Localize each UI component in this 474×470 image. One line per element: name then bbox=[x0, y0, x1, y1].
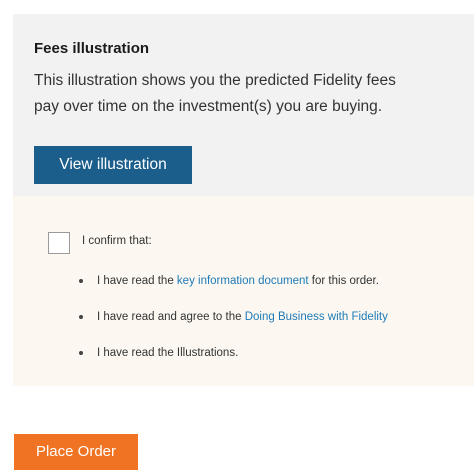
confirmation-item-doing-business: I have read and agree to the Doing Busin… bbox=[71, 310, 474, 346]
confirmation-list: I have read the key information document… bbox=[71, 274, 474, 382]
confirmation-item-text: I have read and agree to the bbox=[97, 311, 245, 323]
confirmation-item-key-info: I have read the key information document… bbox=[71, 274, 474, 310]
confirmation-item-illustrations: I have read the Illustrations. bbox=[71, 346, 474, 382]
confirmation-item-text: I have read the bbox=[97, 275, 177, 287]
confirmation-item-text: for this order. bbox=[308, 275, 379, 287]
bullet-icon bbox=[79, 279, 83, 283]
fees-illustration-description: This illustration shows you the predicte… bbox=[34, 68, 474, 120]
key-information-document-link[interactable]: key information document bbox=[177, 275, 309, 287]
fees-description-line-2: pay over time on the investment(s) you a… bbox=[34, 98, 383, 115]
fees-illustration-title: Fees illustration bbox=[34, 40, 150, 57]
confirm-label: I confirm that: bbox=[82, 235, 152, 247]
confirmation-item-text: I have read the Illustrations. bbox=[97, 347, 239, 359]
view-illustration-button[interactable]: View illustration bbox=[34, 146, 192, 184]
fees-description-line-1: This illustration shows you the predicte… bbox=[34, 72, 396, 89]
place-order-button[interactable]: Place Order bbox=[14, 434, 138, 470]
confirm-checkbox[interactable] bbox=[48, 232, 70, 254]
bullet-icon bbox=[79, 351, 83, 355]
doing-business-with-fidelity-link[interactable]: Doing Business with Fidelity bbox=[245, 311, 388, 323]
confirmation-panel: I confirm that: I have read the key info… bbox=[13, 196, 474, 386]
bullet-icon bbox=[79, 315, 83, 319]
order-confirmation-page: Fees illustration This illustration show… bbox=[0, 0, 474, 470]
fees-illustration-panel: Fees illustration This illustration show… bbox=[13, 14, 474, 196]
